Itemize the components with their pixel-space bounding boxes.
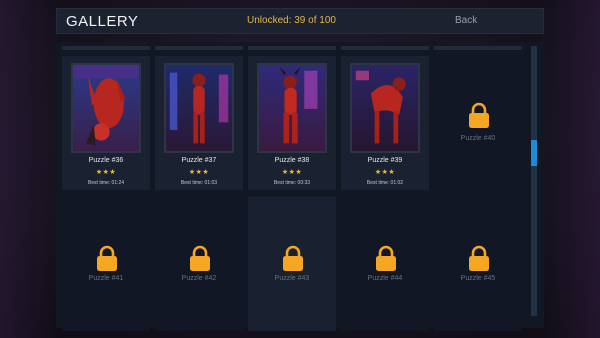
puzzle-name: Puzzle #44 [367, 275, 403, 282]
puzzle-name: Puzzle #39 [367, 157, 403, 164]
column-header-strip [341, 46, 429, 50]
puzzle-card[interactable]: Puzzle #37 ★★★ Best time: 01:03 [155, 56, 243, 190]
puzzle-name: Puzzle #37 [181, 157, 217, 164]
locked-puzzle-card[interactable]: Puzzle #41 [62, 197, 150, 331]
puzzle-name: Puzzle #45 [460, 275, 496, 282]
padlock-icon [96, 245, 118, 271]
puzzle-card[interactable]: Puzzle #38 ★★★ Best time: 00:33 [248, 56, 336, 190]
background-decoration-right [540, 0, 600, 338]
column-header-strip [248, 46, 336, 50]
column-header-strip [155, 46, 243, 50]
artwork-thumbnail [164, 63, 234, 153]
artwork-thumbnail [350, 63, 420, 153]
padlock-icon [375, 245, 397, 271]
star-rating: ★★★ [95, 169, 117, 176]
puzzle-card[interactable]: Puzzle #39 ★★★ Best time: 01:02 [341, 56, 429, 190]
star-rating: ★★★ [281, 169, 303, 176]
padlock-icon [282, 245, 304, 271]
locked-puzzle-card[interactable]: Puzzle #43 [248, 197, 336, 331]
best-time: Best time: 01:24 [87, 180, 125, 186]
locked-puzzle-card[interactable]: Puzzle #44 [341, 197, 429, 331]
best-time: Best time: 01:03 [180, 180, 218, 186]
best-time: Best time: 01:02 [366, 180, 404, 186]
artwork-thumbnail [71, 63, 141, 153]
puzzle-name: Puzzle #36 [88, 157, 124, 164]
star-rating: ★★★ [374, 169, 396, 176]
padlock-icon [189, 245, 211, 271]
vertical-scrollbar[interactable] [531, 46, 537, 316]
page-title: GALLERY [66, 13, 139, 30]
puzzle-name: Puzzle #40 [460, 135, 496, 142]
padlock-icon [468, 245, 490, 271]
best-time: Best time: 00:33 [273, 180, 311, 186]
puzzle-name: Puzzle #41 [88, 275, 124, 282]
scrollbar-thumb[interactable] [531, 140, 537, 166]
puzzle-name: Puzzle #43 [274, 275, 310, 282]
column-header-strip [434, 46, 522, 50]
back-button[interactable]: Back [455, 15, 477, 26]
column-header-strip [62, 46, 150, 50]
puzzle-name: Puzzle #42 [181, 275, 217, 282]
locked-puzzle-card[interactable]: Puzzle #45 [434, 197, 522, 331]
puzzle-name: Puzzle #38 [274, 157, 310, 164]
artwork-thumbnail [257, 63, 327, 153]
locked-puzzle-card[interactable]: Puzzle #42 [155, 197, 243, 331]
locked-puzzle-card[interactable]: Puzzle #40 [434, 56, 522, 190]
star-rating: ★★★ [188, 169, 210, 176]
padlock-icon [468, 102, 490, 128]
background-decoration-left [0, 0, 60, 338]
header-bar: GALLERY Unlocked: 39 of 100 Back [56, 8, 544, 34]
unlocked-counter: Unlocked: 39 of 100 [247, 15, 336, 26]
puzzle-card[interactable]: Puzzle #36 ★★★ Best time: 01:24 [62, 56, 150, 190]
